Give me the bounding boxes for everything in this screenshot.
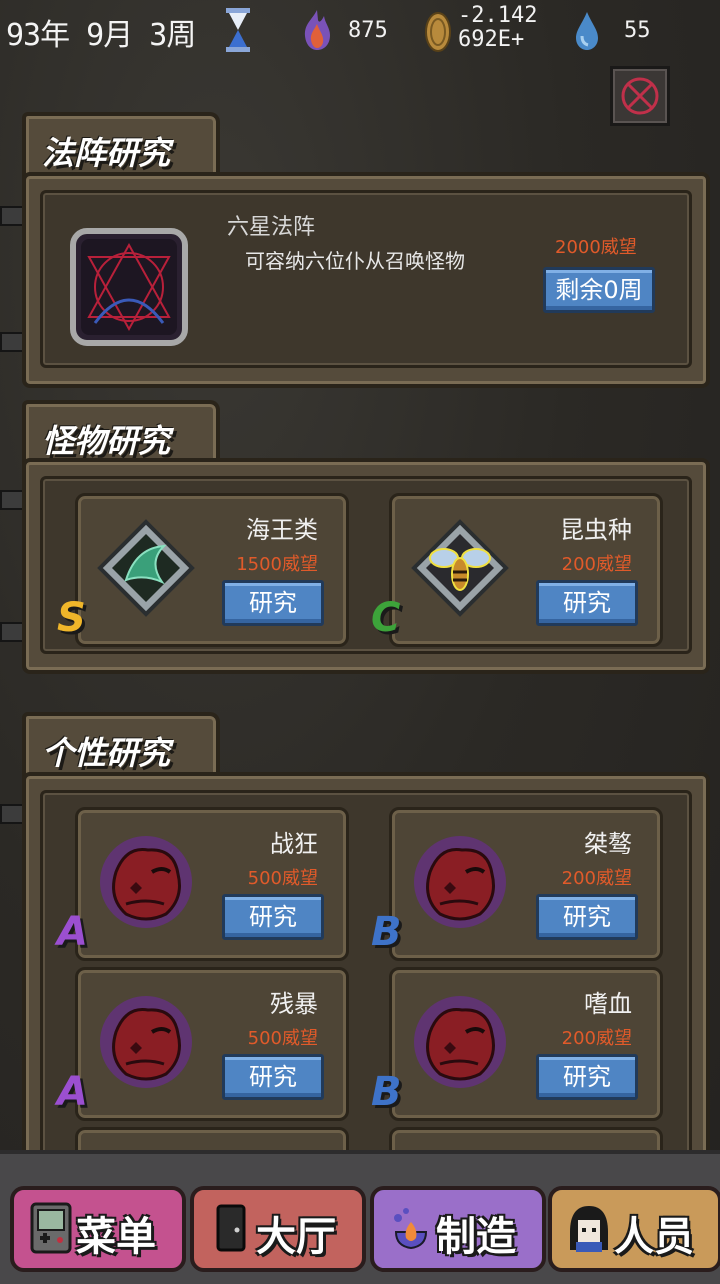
trait-name: 桀骜: [584, 830, 632, 858]
trait-name: 嗜血: [584, 990, 632, 1018]
monster-card-insect[interactable]: 昆虫种 200威望 研究: [389, 493, 663, 647]
monster-research-panel: 海王类 1500威望 研究 S 昆虫种 200威望 研究 C: [22, 458, 710, 674]
nav-staff-label: 人员: [614, 1214, 694, 1260]
grade-badge-B: B: [371, 1069, 402, 1115]
grade-badge-B: B: [371, 909, 402, 955]
demon-mask-icon: [100, 996, 192, 1088]
grade-badge-C: C: [371, 595, 401, 641]
game-date: 93年 9月 3周: [6, 18, 196, 53]
nav-menu-button[interactable]: 菜单: [10, 1186, 186, 1272]
nav-staff-button[interactable]: 人员: [548, 1186, 720, 1272]
nav-hall-label: 大厅: [256, 1214, 336, 1260]
monster-card-sea-king[interactable]: 海王类 1500威望 研究: [75, 493, 349, 647]
gold-value-line2: 692E+: [458, 27, 525, 52]
demon-mask-icon: [100, 836, 192, 928]
array-item-cost: 2000威望: [555, 237, 637, 258]
trait-cost: 200威望: [561, 868, 632, 889]
monster-grid: 海王类 1500威望 研究 S 昆虫种 200威望 研究 C: [40, 476, 692, 654]
trait-card-war-frenzy[interactable]: 战狂 500威望 研究: [75, 807, 349, 961]
hourglass-icon: [226, 8, 250, 52]
research-button[interactable]: 研究: [222, 1054, 324, 1100]
research-button[interactable]: 研究: [222, 580, 324, 626]
gold-resource: -2.142 692E+: [422, 4, 562, 64]
water-resource: 55: [570, 8, 670, 58]
research-button[interactable]: 研究: [222, 894, 324, 940]
grade-badge-S: S: [57, 595, 86, 641]
trait-cost: 200威望: [561, 1028, 632, 1049]
water-value: 55: [624, 18, 651, 43]
demon-mask-icon: [414, 836, 506, 928]
trait-card-brutal[interactable]: 残暴 500威望 研究: [75, 967, 349, 1121]
coin-icon: [425, 12, 451, 52]
close-icon: [621, 77, 659, 115]
monster-cost: 200威望: [561, 554, 632, 575]
research-button[interactable]: 研究: [536, 580, 638, 626]
array-research-tab: 法阵研究: [22, 112, 220, 180]
fire-value: 875: [348, 18, 388, 43]
trait-research-title: 个性研究: [42, 734, 171, 772]
array-item-description: 可容纳六位仆从召唤怪物: [245, 249, 465, 273]
array-research-title: 法阵研究: [42, 134, 171, 172]
close-button[interactable]: [610, 66, 670, 126]
array-research-panel: 六星法阵 可容纳六位仆从召唤怪物 2000威望 剩余0周: [22, 172, 710, 388]
door-icon: [216, 1204, 246, 1252]
demon-mask-icon: [414, 996, 506, 1088]
trait-cost: 500威望: [247, 1028, 318, 1049]
bee-emblem-icon: [411, 519, 509, 617]
hexagram-array-icon: [70, 228, 188, 346]
nav-hall-button[interactable]: 大厅: [190, 1186, 366, 1272]
trait-research-tab: 个性研究: [22, 712, 220, 780]
nav-craft-label: 制造: [436, 1214, 516, 1260]
nav-craft-button[interactable]: 制造: [370, 1186, 546, 1272]
trait-card-bloodthirsty[interactable]: 嗜血 200威望 研究: [389, 967, 663, 1121]
fin-emblem-icon: [97, 519, 195, 617]
trait-research-panel: 战狂 500威望 研究 A 桀骜 200威望 研究 B 残暴 500威望 研究 …: [22, 772, 710, 1200]
nav-menu-label: 菜单: [76, 1214, 156, 1260]
flame-cauldron-icon: [394, 1208, 428, 1250]
fire-icon: [304, 10, 330, 50]
trait-name: 残暴: [270, 990, 318, 1018]
research-button[interactable]: 研究: [536, 1054, 638, 1100]
monster-name: 海王类: [246, 516, 318, 544]
trait-cost: 500威望: [247, 868, 318, 889]
trait-name: 战狂: [270, 830, 318, 858]
trait-card-unruly[interactable]: 桀骜 200威望 研究: [389, 807, 663, 961]
trait-grid: 战狂 500威望 研究 A 桀骜 200威望 研究 B 残暴 500威望 研究 …: [40, 790, 692, 1196]
handheld-console-icon: [30, 1202, 72, 1254]
status-bar: 93年 9月 3周 875 -2.142 692E+ 55: [0, 0, 720, 64]
monster-research-title: 怪物研究: [42, 422, 171, 460]
array-item-name: 六星法阵: [227, 215, 316, 240]
gold-value-line1: -2.142: [458, 3, 538, 28]
remaining-weeks-button[interactable]: 剩余0周: [543, 267, 655, 313]
research-button[interactable]: 研究: [536, 894, 638, 940]
grade-badge-A: A: [57, 1069, 88, 1115]
grade-badge-A: A: [57, 909, 88, 955]
array-item: 六星法阵 可容纳六位仆从召唤怪物 2000威望 剩余0周: [40, 190, 692, 368]
monster-cost: 1500威望: [236, 554, 318, 575]
fire-resource: 875: [300, 8, 410, 58]
girl-portrait-icon: [570, 1206, 608, 1252]
monster-name: 昆虫种: [560, 516, 632, 544]
bottom-nav: 菜单 大厅 制造 人员: [0, 1150, 720, 1284]
water-drop-icon: [576, 12, 598, 50]
